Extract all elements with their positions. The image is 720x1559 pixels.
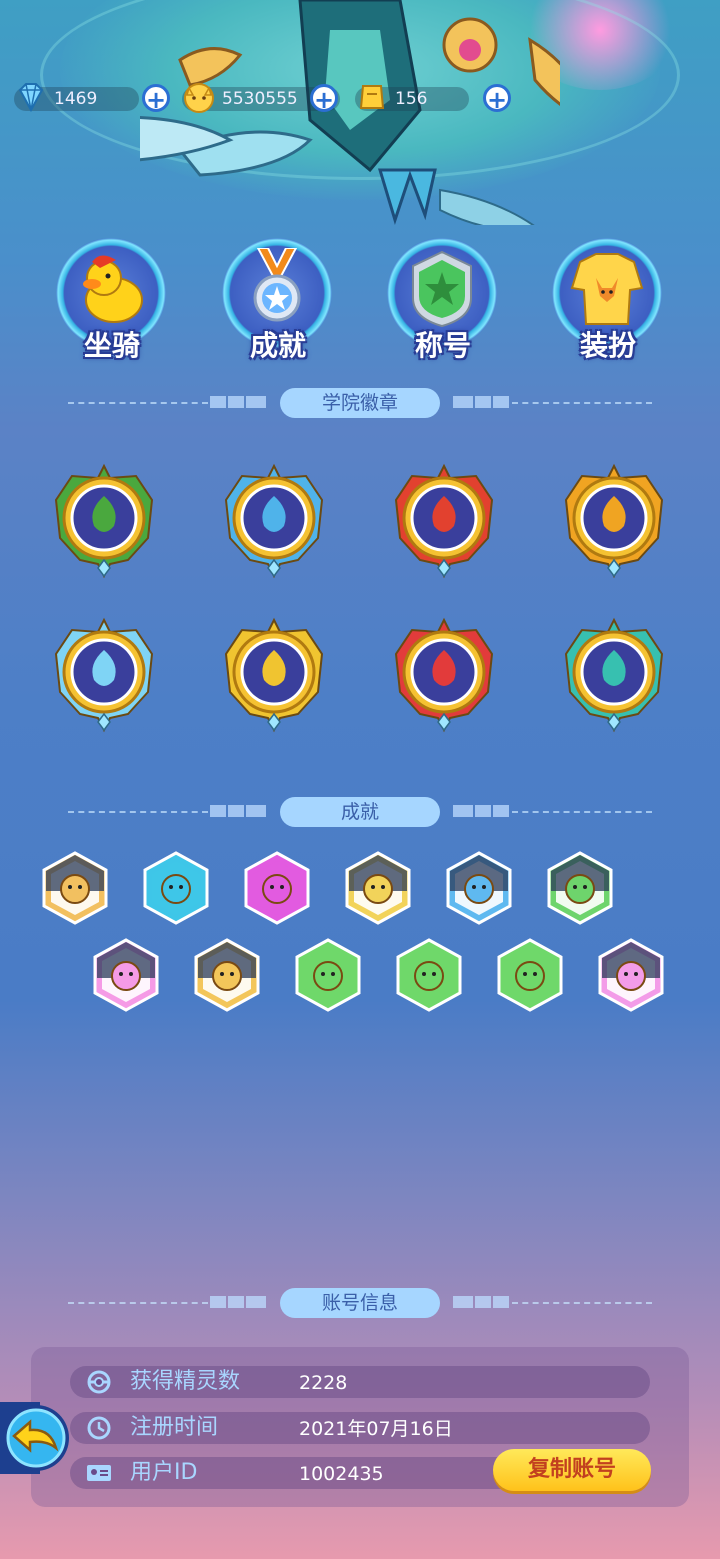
info-label: 获得精灵数	[130, 1369, 241, 1394]
feather-badge-icon[interactable]	[554, 614, 674, 734]
info-label: 注册时间	[130, 1415, 219, 1440]
info-label: 用户ID	[130, 1460, 198, 1485]
clock-icon	[87, 1416, 111, 1440]
fox-creature-icon[interactable]	[40, 851, 110, 925]
bunny-medal-icon[interactable]	[545, 851, 615, 925]
back-button[interactable]	[0, 1402, 72, 1474]
spirit-ball-icon	[87, 1370, 111, 1394]
info-row-register-time: 注册时间 2021年07月16日	[70, 1412, 650, 1444]
angry-kid-icon[interactable]	[495, 938, 565, 1012]
duck-icon	[83, 255, 143, 323]
cat-coin-icon	[184, 83, 214, 113]
snowflake-badge-icon[interactable]	[44, 614, 164, 734]
diamond-icon	[18, 83, 44, 113]
nav-achievement-label: 成就	[249, 329, 306, 362]
id-card-icon	[87, 1465, 111, 1481]
info-row-spirits: 获得精灵数 2228	[70, 1366, 650, 1398]
info-value: 2228	[299, 1372, 348, 1394]
balls-icon[interactable]	[293, 938, 363, 1012]
flame-wing-badge-icon[interactable]	[384, 614, 504, 734]
account-info-panel: 获得精灵数 2228 注册时间 2021年07月16日 用户ID 1002435…	[31, 1347, 689, 1507]
feature-nav: 坐骑 成就 称号 装扮	[0, 238, 720, 363]
hero-banner	[0, 0, 720, 235]
nav-achievement-button[interactable]: 成就	[222, 238, 334, 362]
section-header-account-info: 账号信息	[0, 1286, 720, 1320]
fire-badge-icon[interactable]	[384, 460, 504, 580]
nav-mount-label: 坐骑	[83, 329, 140, 362]
add-ticket-button[interactable]: +	[483, 84, 511, 114]
currency-diamond: 1469 +	[14, 83, 170, 114]
fox-sweater-icon	[570, 253, 644, 325]
medal-icon	[253, 248, 301, 322]
nav-mount-button[interactable]: 坐骑	[56, 238, 168, 362]
laughing-man-icon[interactable]	[596, 938, 666, 1012]
section-header-achievements: 成就	[0, 795, 720, 829]
sun-badge-icon[interactable]	[554, 460, 674, 580]
nav-title-label: 称号	[414, 329, 471, 362]
currency-ticket: 156 +	[355, 84, 511, 114]
leaf-badge-icon[interactable]	[44, 460, 164, 580]
nav-title-button[interactable]: 称号	[387, 238, 499, 362]
nav-dressup-button[interactable]: 装扮	[552, 238, 664, 362]
chick-icon[interactable]	[444, 851, 514, 925]
add-coin-button[interactable]: +	[310, 84, 338, 114]
ticket-icon	[359, 85, 385, 109]
wind-badge-icon[interactable]	[214, 460, 334, 580]
sword-icon[interactable]	[192, 938, 262, 1012]
section-title: 学院徽章	[280, 388, 440, 418]
section-title: 账号信息	[280, 1288, 440, 1318]
info-value: 1002435	[299, 1463, 384, 1485]
dice-icon[interactable]	[242, 851, 312, 925]
monster-gold-icon[interactable]	[343, 851, 413, 925]
star-wings-icon[interactable]	[141, 851, 211, 925]
gold-coin-icon[interactable]	[394, 938, 464, 1012]
add-diamond-button[interactable]: +	[142, 84, 170, 114]
currency-coin: 5530555 +	[182, 83, 340, 114]
star-emblem-icon	[412, 250, 472, 328]
castle-wings-icon[interactable]	[91, 938, 161, 1012]
back-arrow-icon	[0, 1402, 69, 1474]
nav-dressup-label: 装扮	[579, 329, 636, 362]
section-title: 成就	[280, 797, 440, 827]
section-header-academy-badges: 学院徽章	[0, 386, 720, 420]
info-value: 2021年07月16日	[299, 1418, 453, 1440]
thunder-badge-icon[interactable]	[214, 614, 334, 734]
copy-account-button[interactable]: 复制账号	[493, 1449, 651, 1491]
